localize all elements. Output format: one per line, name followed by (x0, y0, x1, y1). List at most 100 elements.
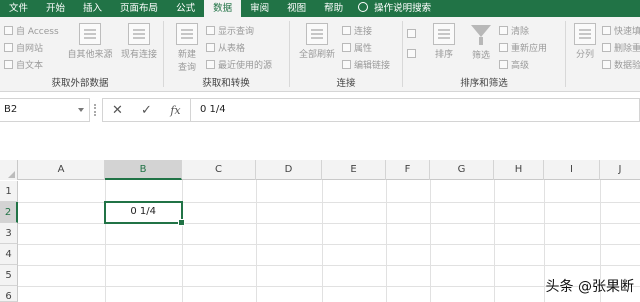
new-query-label-2: 查询 (177, 63, 196, 73)
ribbon-tab-bar: 文件 开始 插入 页面布局 公式 数据 审阅 视图 帮助 操作说明搜索 (0, 0, 640, 17)
tab-help[interactable]: 帮助 (315, 0, 352, 17)
flash-fill-label: 快速填 (614, 27, 640, 37)
refresh-icon (306, 23, 328, 45)
column-header[interactable]: A (18, 160, 105, 180)
clear-button[interactable]: 清除 (499, 24, 529, 37)
formula-bar-splitter[interactable] (94, 104, 96, 116)
gridline (18, 265, 640, 266)
group-sort-filter: 排序 筛选 清除 重新应用 高级 排序和筛选 (405, 17, 563, 92)
column-header[interactable]: G (430, 160, 494, 180)
cancel-icon[interactable]: ✕ (107, 103, 129, 118)
advanced-button[interactable]: 高级 (499, 58, 529, 71)
gridline (182, 180, 183, 302)
tab-view[interactable]: 视图 (278, 0, 315, 17)
edit-links-button[interactable]: 编辑链接 (342, 58, 390, 71)
filter-button[interactable]: 筛选 (465, 23, 497, 61)
tab-insert[interactable]: 插入 (74, 0, 111, 17)
reapply-button[interactable]: 重新应用 (499, 41, 547, 54)
row-header[interactable]: 5 (0, 265, 18, 286)
text-to-columns-button[interactable]: 分列 (570, 23, 600, 60)
data-validation-button[interactable]: 数据验 (602, 58, 640, 71)
tab-review[interactable]: 审阅 (241, 0, 278, 17)
table-icon (206, 43, 215, 52)
row-header[interactable]: 1 (0, 181, 18, 202)
show-queries-button[interactable]: 显示查询 (206, 24, 254, 37)
from-web-button[interactable]: 自网站 (4, 41, 43, 54)
formula-input[interactable]: 0 1/4 (190, 98, 640, 122)
sort-descending-icon (407, 49, 416, 58)
sort-ascending-icon (407, 29, 416, 38)
row-header[interactable]: 6 (0, 286, 18, 302)
connections-icon (342, 26, 351, 35)
gridline (256, 180, 257, 302)
sort-az-button[interactable] (407, 27, 419, 40)
tab-data[interactable]: 数据 (204, 0, 242, 17)
name-box[interactable]: B2 (0, 98, 90, 122)
insert-function-button[interactable]: fx (165, 104, 187, 117)
ribbon-separator (289, 21, 290, 87)
web-icon (4, 43, 13, 52)
recent-sources-button[interactable]: 最近使用的源 (206, 58, 272, 71)
tell-me-label: 操作说明搜索 (374, 3, 432, 14)
connections-button[interactable]: 连接 (342, 24, 372, 37)
from-text-button[interactable]: 自文本 (4, 58, 43, 71)
flash-fill-icon (602, 26, 611, 35)
properties-button[interactable]: 属性 (342, 41, 372, 54)
selected-cell-b2[interactable]: 0 1/4 (104, 201, 185, 226)
column-header[interactable]: J (600, 160, 640, 180)
ribbon-separator (565, 21, 566, 87)
row-header[interactable]: 4 (0, 244, 18, 265)
group-get-transform: 新建 查询 显示查询 从表格 最近使用的源 获取和转换 (166, 17, 286, 92)
properties-icon (342, 43, 351, 52)
enter-icon[interactable]: ✓ (136, 103, 158, 118)
recent-sources-label: 最近使用的源 (218, 61, 273, 71)
refresh-all-button[interactable]: 全部刷新 (294, 23, 340, 60)
tab-formulas[interactable]: 公式 (167, 0, 204, 17)
column-header[interactable]: H (494, 160, 544, 180)
split-label: 分列 (575, 50, 594, 60)
tab-page-layout[interactable]: 页面布局 (111, 0, 167, 17)
tab-file[interactable]: 文件 (0, 0, 37, 17)
group-label-external: 获取外部数据 (51, 78, 109, 89)
other-sources-icon (79, 23, 101, 45)
show-queries-icon (206, 26, 215, 35)
new-query-button[interactable]: 新建 查询 (172, 23, 202, 73)
sort-button[interactable]: 排序 (427, 23, 461, 60)
from-table-button[interactable]: 从表格 (206, 41, 245, 54)
worksheet-grid[interactable]: A B C D E F G H I J 1 2 3 4 5 6 0 1/4 (0, 160, 640, 302)
ribbon-separator (402, 21, 403, 87)
funnel-stem (479, 37, 483, 45)
lightbulb-icon (358, 2, 369, 12)
formula-bar: B2 ✕ ✓ fx 0 1/4 (0, 96, 640, 125)
funnel-icon (471, 25, 491, 37)
column-header[interactable]: I (544, 160, 600, 180)
column-header[interactable]: C (182, 160, 256, 180)
filter-label: 筛选 (471, 51, 490, 61)
column-header[interactable]: F (386, 160, 430, 180)
tab-home[interactable]: 开始 (37, 0, 74, 17)
from-other-sources-button[interactable]: 自其他来源 (64, 23, 116, 60)
from-access-button[interactable]: 自 Access (4, 24, 59, 37)
row-header[interactable]: 3 (0, 223, 18, 244)
sort-label: 排序 (434, 50, 453, 60)
advanced-filter-icon (499, 60, 508, 69)
flash-fill-button[interactable]: 快速填 (602, 24, 640, 37)
connections-label: 连接 (354, 27, 373, 37)
reapply-icon (499, 43, 508, 52)
chevron-down-icon[interactable] (78, 108, 84, 112)
sort-za-button[interactable] (407, 47, 419, 60)
gridline (430, 180, 431, 302)
properties-label: 属性 (354, 44, 373, 54)
column-header[interactable]: D (256, 160, 322, 180)
row-header[interactable]: 2 (0, 202, 18, 223)
remove-duplicates-icon (602, 43, 611, 52)
column-header[interactable]: E (322, 160, 386, 180)
tell-me-search[interactable]: 操作说明搜索 (352, 0, 440, 17)
select-all-button[interactable] (0, 160, 18, 180)
existing-connections-button[interactable]: 现有连接 (118, 23, 160, 60)
from-access-label: 自 Access (16, 27, 59, 37)
remove-duplicates-label: 删除重 (614, 44, 640, 54)
column-header[interactable]: B (105, 160, 182, 180)
remove-duplicates-button[interactable]: 删除重 (602, 41, 640, 54)
clear-label: 清除 (511, 27, 530, 37)
